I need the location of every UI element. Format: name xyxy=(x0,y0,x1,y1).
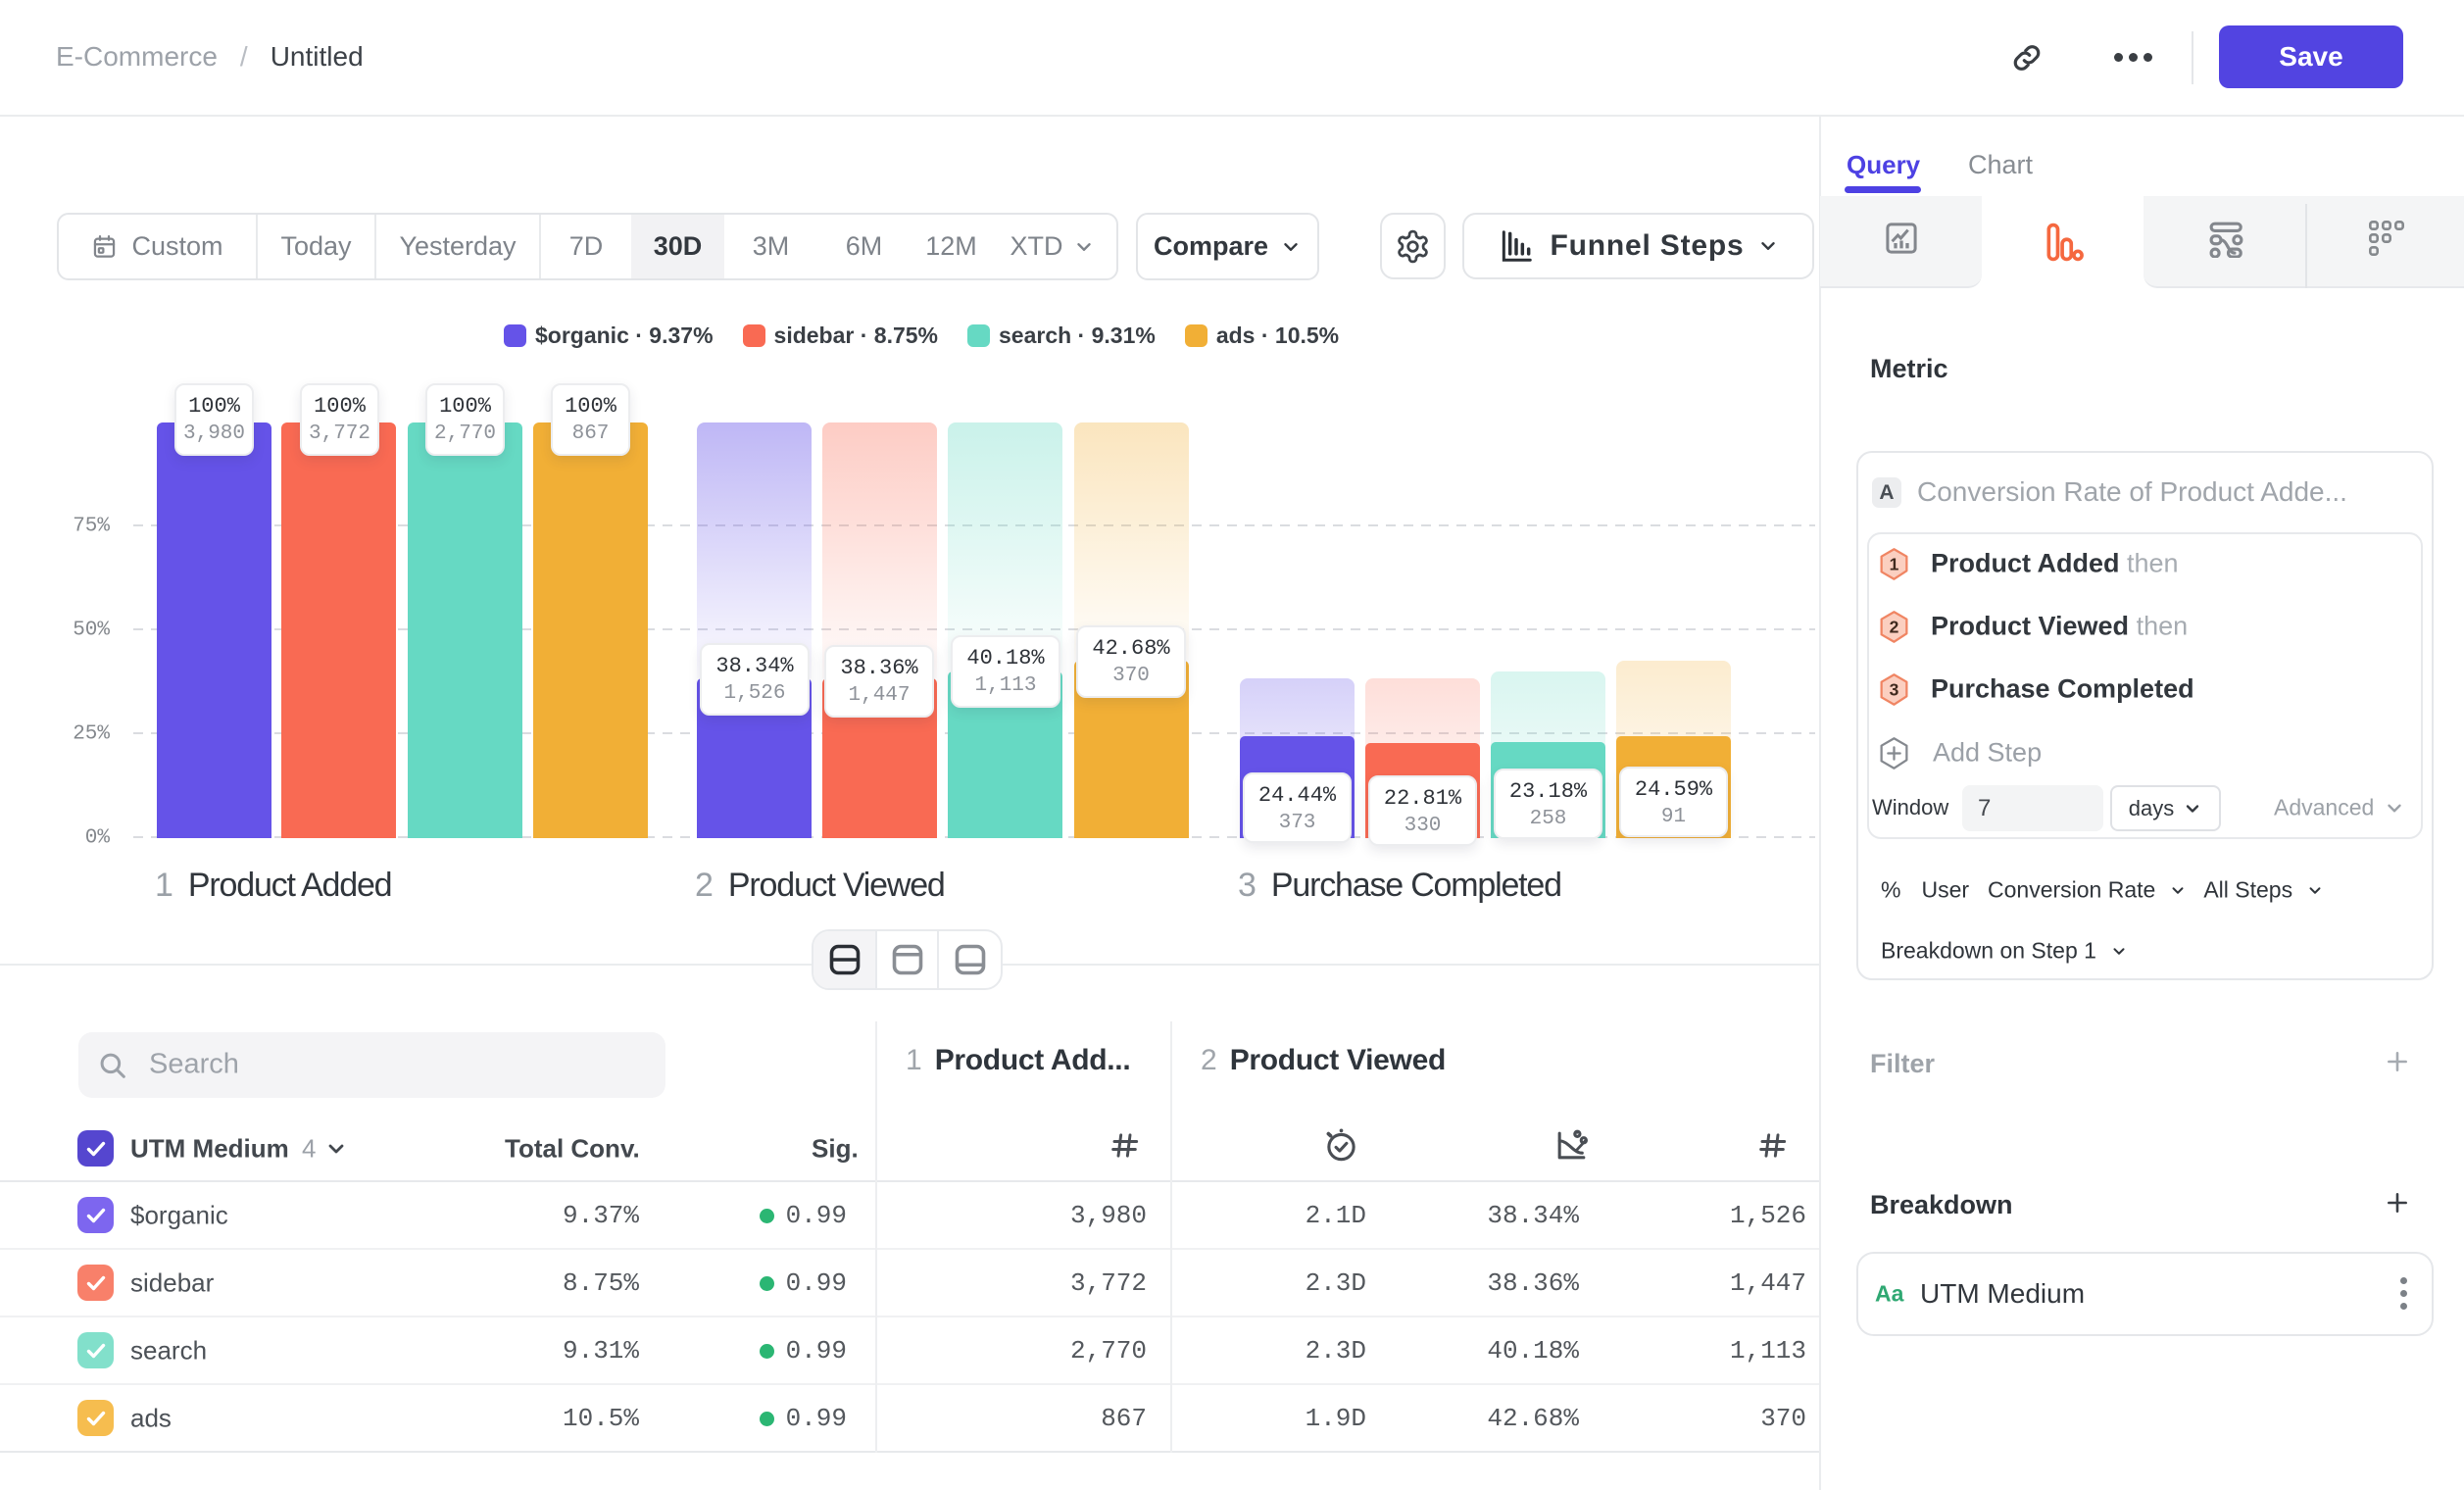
svg-text:2: 2 xyxy=(1890,618,1899,637)
svg-text:1: 1 xyxy=(1890,555,1899,574)
svg-text:3: 3 xyxy=(1890,680,1899,700)
